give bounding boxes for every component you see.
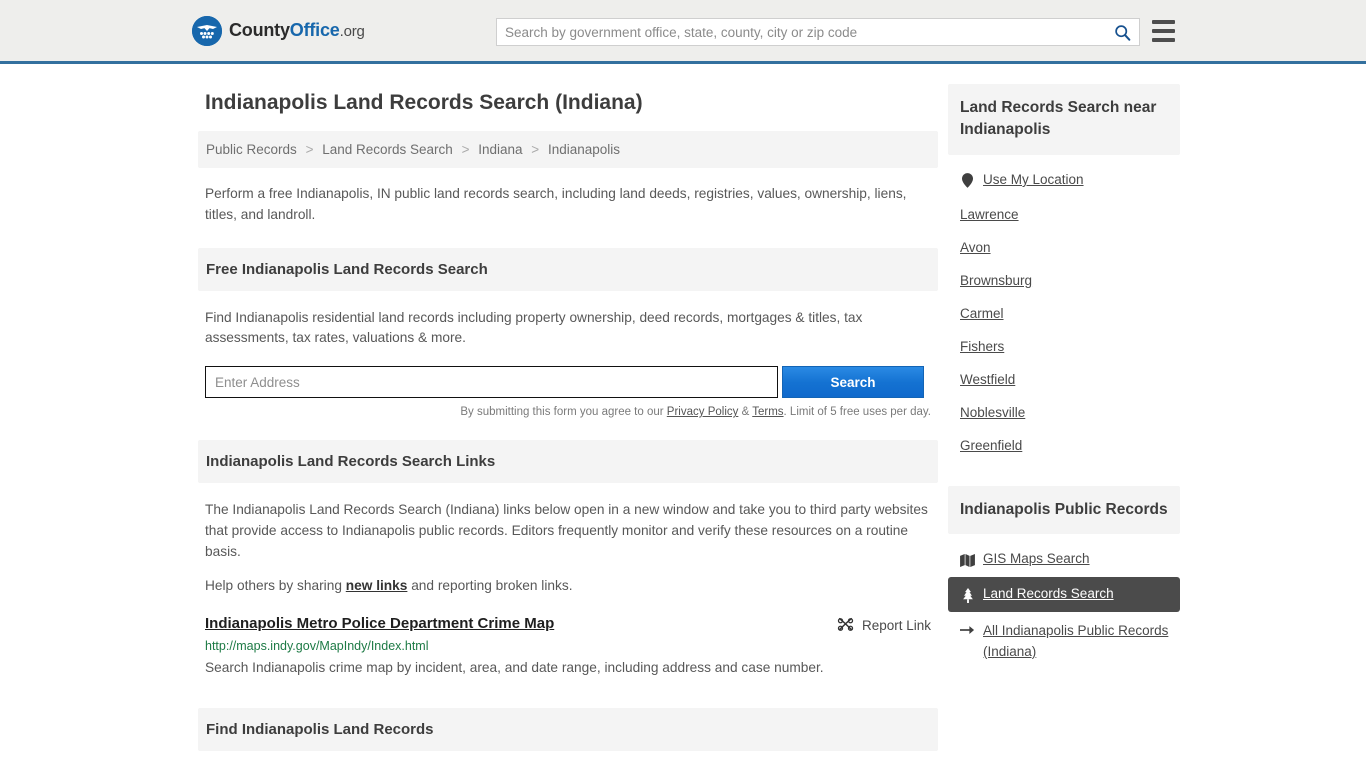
- report-link-label: Report Link: [861, 618, 931, 634]
- sidebar-item-westfield[interactable]: Westfield: [948, 363, 1180, 396]
- logo-text-office: Office: [289, 20, 340, 40]
- sidebar-item-avon[interactable]: Avon: [948, 231, 1180, 264]
- main-column: Indianapolis Land Records Search (Indian…: [198, 84, 938, 768]
- sidebar-link-label[interactable]: Carmel: [960, 306, 1004, 321]
- sidebar-link-label[interactable]: Use My Location: [983, 172, 1084, 187]
- resource-link-description: Search Indianapolis crime map by inciden…: [205, 659, 824, 675]
- sidebar-link-label[interactable]: Westfield: [960, 372, 1015, 387]
- page-intro-text: Perform a free Indianapolis, IN public l…: [205, 186, 907, 222]
- arrow-right-icon: [960, 622, 975, 638]
- links-section-description: The Indianapolis Land Records Search (In…: [205, 502, 928, 559]
- eagle-seal-icon: [192, 15, 222, 46]
- sidebar-item-carmel[interactable]: Carmel: [948, 297, 1180, 330]
- sidebar-item-all-public-records[interactable]: All Indianapolis Public Records (Indiana…: [948, 612, 1180, 671]
- sidebar-link-label[interactable]: Greenfield: [960, 438, 1022, 453]
- logo-text-county: County: [229, 20, 290, 40]
- sidebar-link-label[interactable]: GIS Maps Search: [983, 551, 1090, 566]
- privacy-policy-link[interactable]: Privacy Policy: [667, 406, 739, 418]
- resource-link-item: Indianapolis Metro Police Department Cri…: [205, 615, 931, 680]
- form-disclaimer: By submitting this form you agree to our…: [205, 406, 931, 418]
- disclaimer-amp: &: [738, 406, 753, 419]
- sidebar-item-use-my-location[interactable]: Use My Location: [948, 163, 1180, 198]
- sidebar-public-records-heading: Indianapolis Public Records: [948, 485, 1180, 535]
- address-search-button[interactable]: Search: [782, 366, 924, 399]
- help-suffix: and reporting broken links.: [407, 577, 573, 593]
- sidebar-link-label[interactable]: Avon: [960, 240, 991, 255]
- breadcrumb-separator: >: [305, 142, 314, 157]
- sidebar-link-label[interactable]: Noblesville: [960, 405, 1025, 420]
- sidebar-link-label[interactable]: Brownsburg: [960, 273, 1032, 288]
- sidebar-item-noblesville[interactable]: Noblesville: [948, 396, 1180, 429]
- tree-icon: [960, 587, 975, 603]
- address-input[interactable]: [205, 366, 778, 399]
- breadcrumb-separator: >: [461, 142, 470, 157]
- sidebar-item-fishers[interactable]: Fishers: [948, 330, 1180, 363]
- hamburger-bar: [1152, 20, 1175, 24]
- find-records-heading: Find Indianapolis Land Records: [198, 707, 938, 751]
- help-prefix: Help others by sharing: [205, 577, 346, 593]
- sidebar-item-gis-maps-search[interactable]: GIS Maps Search: [948, 542, 1180, 577]
- hamburger-bar: [1152, 38, 1175, 42]
- sidebar-link-label[interactable]: Fishers: [960, 339, 1004, 354]
- site-logo[interactable]: CountyOffice.org: [192, 15, 365, 46]
- page-body: Indianapolis Land Records Search (Indian…: [0, 64, 1366, 768]
- hamburger-bar: [1152, 29, 1175, 33]
- free-search-heading: Free Indianapolis Land Records Search: [198, 247, 938, 291]
- breadcrumb-separator: >: [531, 142, 540, 157]
- free-search-description: Find Indianapolis residential land recor…: [205, 309, 863, 346]
- disclaimer-prefix: By submitting this form you agree to our: [460, 406, 667, 419]
- sidebar-item-land-records-search[interactable]: Land Records Search: [948, 577, 1180, 613]
- report-link-button[interactable]: Report Link: [837, 617, 931, 635]
- sidebar-item-greenfield[interactable]: Greenfield: [948, 429, 1180, 462]
- global-search-bar[interactable]: [496, 18, 1140, 46]
- sidebar-item-brownsburg[interactable]: Brownsburg: [948, 264, 1180, 297]
- resource-link-title[interactable]: Indianapolis Metro Police Department Cri…: [205, 615, 554, 632]
- share-links-line: Help others by sharing new links and rep…: [205, 578, 931, 593]
- page-title: Indianapolis Land Records Search (Indian…: [205, 91, 643, 114]
- sidebar-link-label[interactable]: All Indianapolis Public Records (Indiana…: [983, 621, 1180, 662]
- links-section-heading: Indianapolis Land Records Search Links: [198, 440, 938, 484]
- logo-wordmark: CountyOffice.org: [229, 20, 365, 41]
- map-pin-icon: [960, 173, 975, 189]
- address-search-form: Search: [205, 366, 931, 399]
- search-icon[interactable]: [1105, 19, 1139, 45]
- broken-link-icon: [837, 617, 854, 635]
- sidebar-near-list: Use My Location Lawrence Avon Brownsburg…: [948, 163, 1180, 462]
- breadcrumb-item-indiana[interactable]: Indiana: [478, 142, 522, 157]
- hamburger-menu-icon[interactable]: [1152, 20, 1175, 42]
- find-records-section: Find Indianapolis Land Records Indianapo…: [198, 707, 938, 768]
- sidebar-near-heading: Land Records Search near Indianapolis: [948, 84, 1180, 155]
- global-search-input[interactable]: [497, 19, 1105, 45]
- map-folded-icon: [960, 552, 975, 568]
- logo-text-org: .org: [339, 23, 365, 40]
- disclaimer-suffix: . Limit of 5 free uses per day.: [783, 406, 931, 419]
- sidebar-item-lawrence[interactable]: Lawrence: [948, 198, 1180, 231]
- breadcrumb-item-land-records-search[interactable]: Land Records Search: [322, 142, 453, 157]
- sidebar-link-label[interactable]: Lawrence: [960, 207, 1019, 222]
- new-links-link[interactable]: new links: [346, 578, 408, 593]
- sidebar: Land Records Search near Indianapolis Us…: [948, 84, 1180, 768]
- sidebar-public-records-list: GIS Maps Search Land Records Search All …: [948, 542, 1180, 671]
- breadcrumb-item-indianapolis[interactable]: Indianapolis: [548, 142, 620, 157]
- terms-link[interactable]: Terms: [752, 406, 783, 418]
- site-header: CountyOffice.org: [0, 0, 1366, 64]
- resource-link-url: http://maps.indy.gov/MapIndy/Index.html: [205, 638, 429, 653]
- breadcrumb: Public Records > Land Records Search > I…: [198, 131, 938, 168]
- breadcrumb-item-public-records[interactable]: Public Records: [206, 142, 297, 157]
- sidebar-link-label[interactable]: Land Records Search: [983, 586, 1114, 601]
